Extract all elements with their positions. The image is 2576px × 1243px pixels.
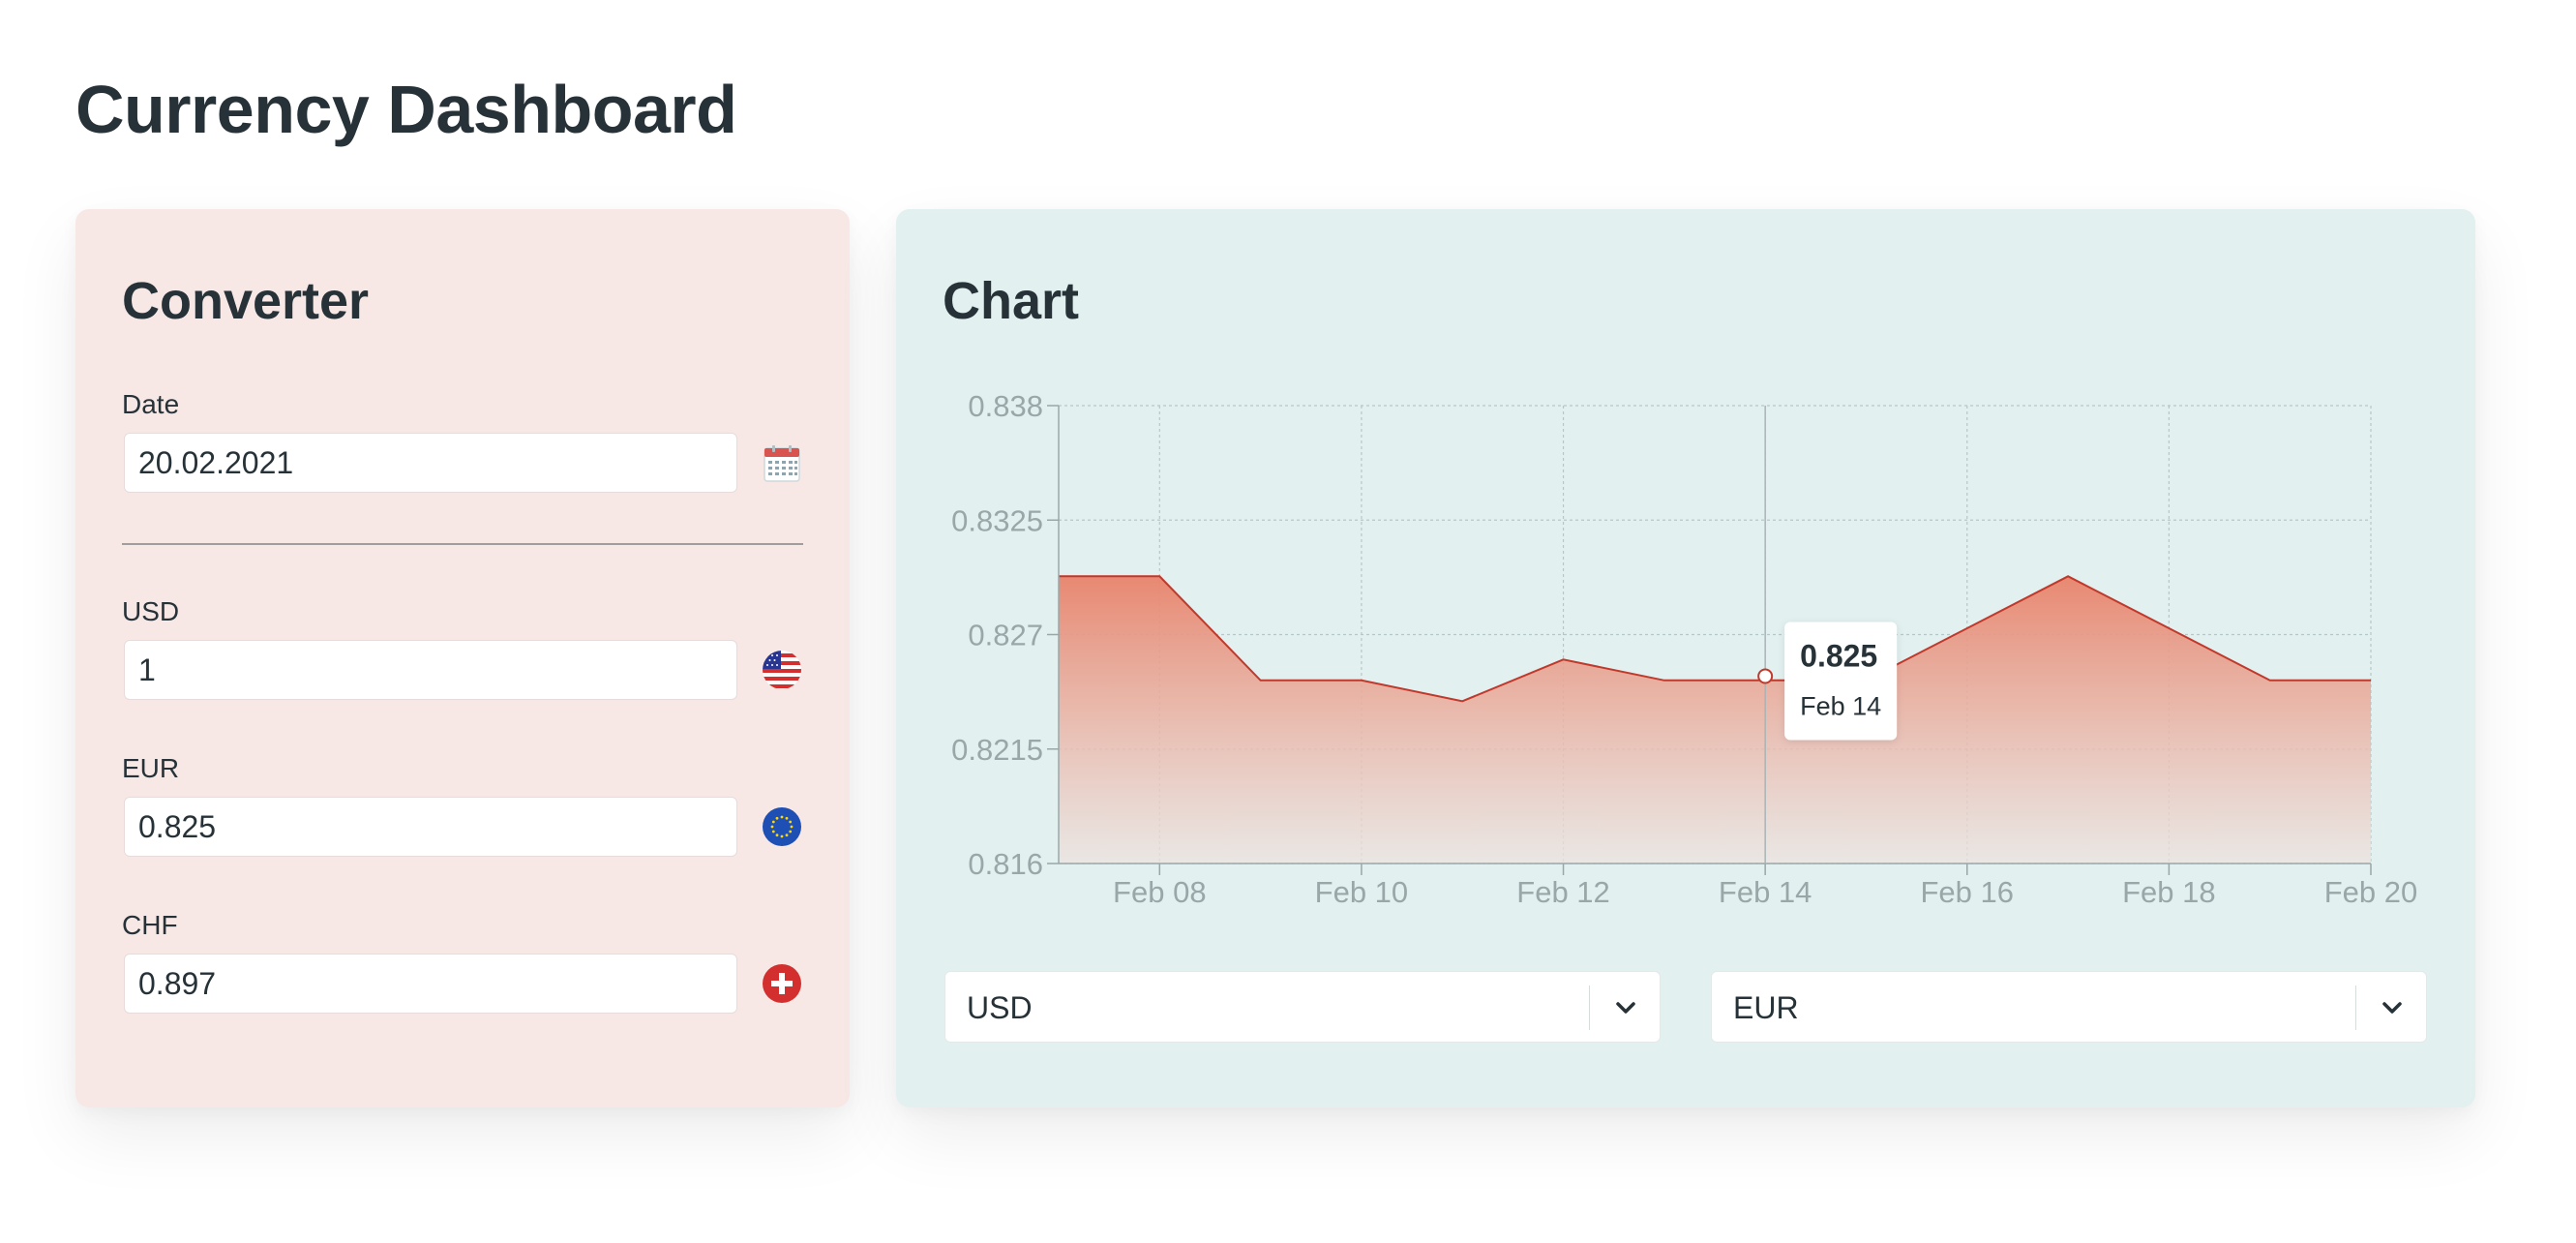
eur-input[interactable]: 0.825 bbox=[124, 797, 737, 857]
chart-card: Chart 0.816 0.8215 0.827 0.8325 0.838 Feb 08 F… bbox=[896, 209, 2475, 1107]
x-tick-label: Feb 16 bbox=[1921, 875, 2015, 909]
usd-label: USD bbox=[122, 596, 180, 626]
y-tick-label: 0.8215 bbox=[951, 733, 1043, 767]
converter-title: Converter bbox=[122, 272, 370, 330]
date-input[interactable]: 20.02.2021 bbox=[124, 433, 737, 493]
data-point bbox=[1459, 698, 1465, 704]
y-tick-label: 0.827 bbox=[968, 619, 1043, 652]
select-separator bbox=[1589, 985, 1590, 1030]
to-currency-select[interactable]: EUR bbox=[1711, 971, 2427, 1043]
data-point bbox=[1561, 656, 1567, 662]
calendar-icon[interactable] bbox=[763, 444, 801, 483]
data-point bbox=[1964, 625, 1970, 631]
tooltip-value: 0.825 bbox=[1800, 639, 1877, 674]
y-tick-label: 0.816 bbox=[968, 847, 1043, 881]
x-tick-label: Feb 12 bbox=[1516, 875, 1610, 909]
divider bbox=[122, 543, 803, 545]
date-label: Date bbox=[122, 389, 180, 419]
page-title: Currency Dashboard bbox=[75, 72, 737, 147]
select-separator bbox=[2355, 985, 2356, 1030]
y-tick-label: 0.8325 bbox=[951, 503, 1043, 537]
chevron-down-icon[interactable] bbox=[2378, 993, 2407, 1022]
x-tick-label: Feb 10 bbox=[1315, 875, 1409, 909]
converter-card: Converter Date 20.02.2021 USD 1 EUR 0.82… bbox=[75, 209, 850, 1107]
x-tick-label: Feb 20 bbox=[2324, 875, 2418, 909]
x-tick-label: Feb 18 bbox=[2122, 875, 2216, 909]
tooltip-date: Feb 14 bbox=[1800, 692, 1881, 721]
data-point bbox=[1056, 573, 1062, 579]
to-currency-value: EUR bbox=[1733, 990, 1799, 1025]
area-fill bbox=[1059, 576, 2371, 864]
y-tick-label: 0.838 bbox=[968, 389, 1043, 423]
data-point bbox=[1156, 573, 1162, 579]
data-point bbox=[2166, 625, 2172, 631]
data-point bbox=[1359, 678, 1364, 683]
x-tick-label: Feb 14 bbox=[1719, 875, 1812, 909]
data-point bbox=[2065, 573, 2071, 579]
eu-flag-icon bbox=[763, 807, 801, 846]
us-flag-icon bbox=[763, 651, 801, 689]
from-currency-select[interactable]: USD bbox=[944, 971, 1661, 1043]
chf-input[interactable]: 0.897 bbox=[124, 954, 737, 1014]
chf-label: CHF bbox=[122, 910, 178, 940]
data-point bbox=[1662, 678, 1667, 683]
swiss-flag-icon bbox=[763, 964, 801, 1003]
data-point bbox=[2267, 678, 2273, 683]
data-point bbox=[1258, 678, 1264, 683]
exchange-rate-chart: 0.816 0.8215 0.827 0.8325 0.838 Feb 08 Feb 10 F… bbox=[951, 389, 2418, 909]
chevron-down-icon[interactable] bbox=[1611, 993, 1640, 1022]
usd-input[interactable]: 1 bbox=[124, 640, 737, 700]
highlight-point[interactable] bbox=[1757, 668, 1774, 684]
x-tick-label: Feb 08 bbox=[1113, 875, 1207, 909]
data-point bbox=[2368, 678, 2374, 683]
from-currency-value: USD bbox=[967, 990, 1033, 1025]
eur-label: EUR bbox=[122, 753, 180, 783]
